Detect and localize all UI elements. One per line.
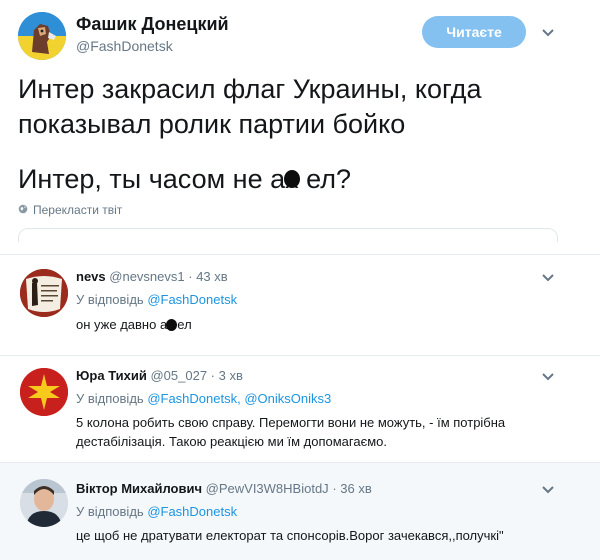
chevron-down-icon[interactable] xyxy=(541,273,555,283)
replying-to: У відповідь @FashDonetsk xyxy=(76,292,237,307)
reply-handle[interactable]: @nevsnevs1 xyxy=(109,269,184,284)
tweet-text-line: Интер, ты часом не ах ел? xyxy=(18,164,351,194)
reply-name[interactable]: nevs xyxy=(76,269,106,284)
reply-name[interactable]: Юра Тихий xyxy=(76,368,147,383)
tweet-actions-bar xyxy=(18,228,558,242)
reply-time[interactable]: · 36 хв xyxy=(332,481,371,496)
reply-text: це щоб не дратувати електорат та спонсор… xyxy=(76,528,504,543)
chevron-down-icon[interactable] xyxy=(541,372,555,382)
mention-link[interactable]: @FashDonetsk xyxy=(147,504,237,519)
mention-separator: , xyxy=(237,391,241,406)
censor-blot xyxy=(284,170,300,188)
reply-time[interactable]: · 43 хв xyxy=(188,269,227,284)
reply-name[interactable]: Віктор Михайлович xyxy=(76,481,202,496)
mention-link[interactable]: @FashDonetsk xyxy=(147,292,237,307)
reply-text: он уже давно ах ел xyxy=(76,317,192,332)
tweet-text: Интер закрасил флаг Украины, когда показ… xyxy=(18,74,482,139)
tweet-header: Фашик Донецкий @FashDonetsk Читаєте xyxy=(0,0,600,66)
replying-prefix: У відповідь xyxy=(76,391,144,406)
translate-label[interactable]: Перекласти твіт xyxy=(33,203,122,217)
replying-prefix: У відповідь xyxy=(76,292,144,307)
author-handle[interactable]: @FashDonetsk xyxy=(76,38,173,54)
reply-time[interactable]: · 3 хв xyxy=(211,368,243,383)
reply-avatar[interactable] xyxy=(20,368,68,416)
author-avatar[interactable] xyxy=(18,12,66,60)
reply-handle[interactable]: @PewVI3W8HBiotdJ xyxy=(206,481,329,496)
reply-text: 5 колона робить свою справу. Перемогти в… xyxy=(76,415,506,449)
reply-avatar[interactable] xyxy=(20,269,68,317)
translate-link[interactable]: Перекласти твіт xyxy=(18,203,122,217)
reply-header: nevs @nevsnevs1 · 43 хв xyxy=(76,269,228,284)
mention-link[interactable]: @OniksOniks3 xyxy=(244,391,331,406)
author-name[interactable]: Фашик Донецкий xyxy=(76,14,229,35)
replying-to: У відповідь @FashDonetsk, @OniksOniks3 xyxy=(76,391,331,406)
censor-blot xyxy=(166,319,177,331)
chevron-down-icon[interactable] xyxy=(541,485,555,495)
reply-handle[interactable]: @05_027 xyxy=(150,368,207,383)
mention-link[interactable]: @FashDonetsk xyxy=(147,391,237,406)
globe-icon xyxy=(18,203,28,217)
reply-item[interactable]: Віктор Михайлович @PewVI3W8HBiotdJ · 36 … xyxy=(0,463,600,560)
reply-item[interactable]: Юра Тихий @05_027 · 3 хв У відповідь @Fa… xyxy=(0,356,600,462)
reply-avatar[interactable] xyxy=(20,479,68,527)
reply-header: Віктор Михайлович @PewVI3W8HBiotdJ · 36 … xyxy=(76,481,372,496)
following-button[interactable]: Читаєте xyxy=(422,16,526,48)
replying-prefix: У відповідь xyxy=(76,504,144,519)
chevron-down-icon[interactable] xyxy=(541,28,555,38)
replying-to: У відповідь @FashDonetsk xyxy=(76,504,237,519)
reply-item[interactable]: nevs @nevsnevs1 · 43 хв У відповідь @Fas… xyxy=(0,255,600,355)
reply-header: Юра Тихий @05_027 · 3 хв xyxy=(76,368,243,383)
